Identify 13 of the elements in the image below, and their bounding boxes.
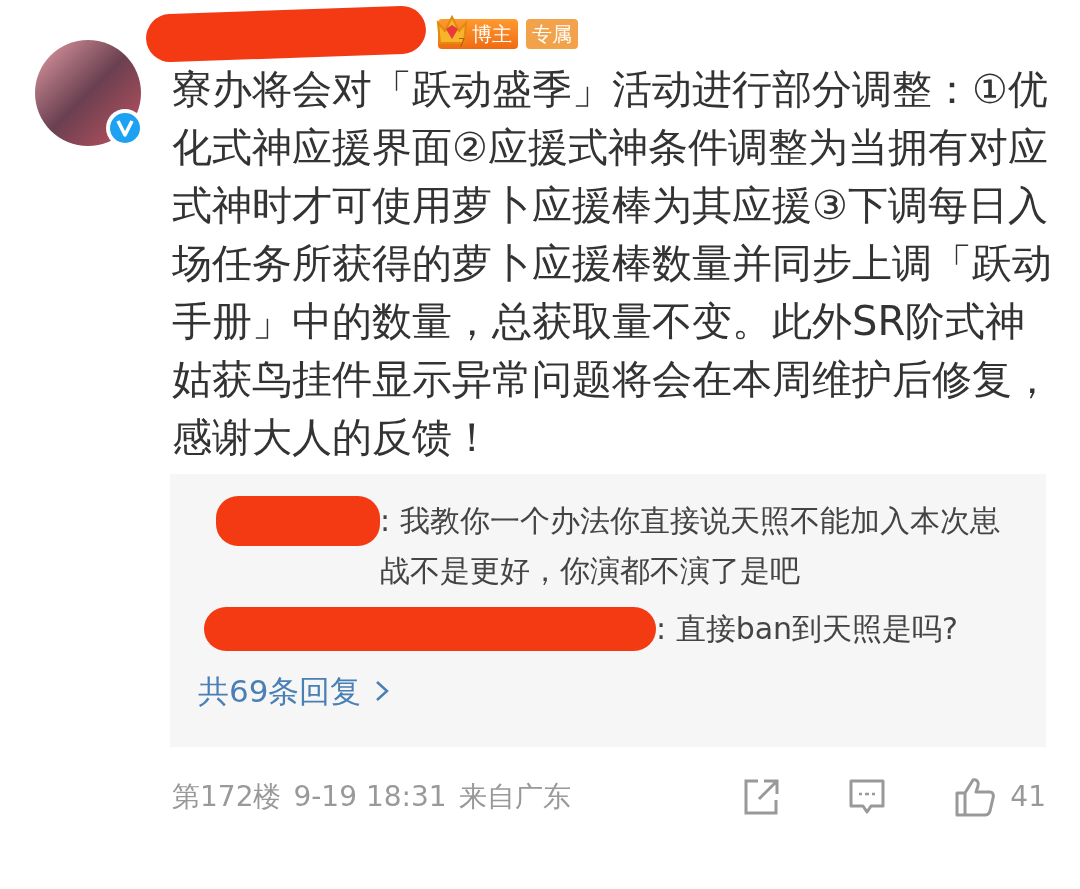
reply-text: : 我教你一个办法你直接说天照不能加入本次崽战不是更好，你演都不演了是吧	[380, 502, 1001, 590]
floor-number: 第172楼	[172, 779, 282, 815]
reply-text: : 直接ban到天照是吗?	[656, 610, 958, 648]
comment-text: 寮办将会对「跃动盛季」活动进行部分调整：①优化式神应援界面②应援式神条件调整为当拥有对应式神时才可使用萝卜应援棒为其应援③下调每日入场任务所获得的萝卜应援棒数量并同步上调「跃动手册」中的数量，总获取量不变。此外SR阶式神姑获鸟挂件显示异常问题将会在本周维护后修复，感谢大人的反馈！	[172, 65, 1053, 462]
chevron-icon	[375, 680, 390, 702]
post-time: 9-19 18:31	[293, 779, 447, 815]
thumbs-up-icon[interactable]	[954, 777, 997, 817]
exclusive-badge: 专属	[526, 19, 578, 49]
location: 来自广东	[458, 779, 571, 815]
reply-count-link[interactable]: 共69条回复	[198, 666, 1018, 716]
share-icon[interactable]	[742, 778, 781, 816]
like-count: 41	[1010, 779, 1046, 815]
comment-icon[interactable]	[848, 778, 887, 816]
